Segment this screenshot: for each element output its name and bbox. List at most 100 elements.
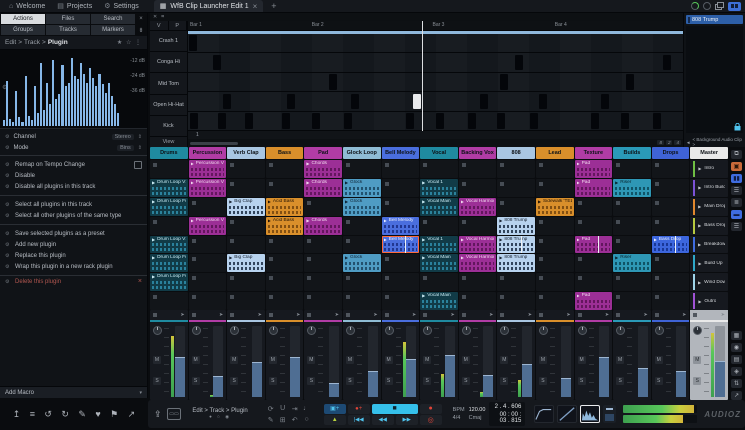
clip-slot[interactable] <box>150 216 188 235</box>
stop-slot-icon[interactable] <box>230 219 235 224</box>
track-header-texture[interactable]: Texture <box>574 147 613 159</box>
clip[interactable]: ▶ Chords <box>304 160 342 178</box>
clip-slot[interactable]: ▶ 808 Trump <box>497 235 535 254</box>
stop-icon[interactable] <box>345 313 350 317</box>
page-dots[interactable]: ● ○ ◉ <box>184 414 255 420</box>
play-icon[interactable]: ▶ <box>577 237 580 242</box>
action-save-selected-plugins-as-a-preset[interactable]: ⚙ Save selected plugins as a preset <box>0 228 147 239</box>
action-select-all-plugins-in-this-track[interactable]: ⚙ Select all plugins in this track <box>0 199 147 210</box>
stop-slot-icon[interactable] <box>345 163 350 167</box>
stop-slot-icon[interactable] <box>268 163 273 167</box>
stop-slot-icon[interactable] <box>268 181 273 186</box>
close-icon[interactable]: × <box>138 278 142 285</box>
add-macro-row[interactable]: Add Macro ▾ <box>0 386 147 398</box>
play-icon[interactable]: ▶ <box>698 223 701 228</box>
clip[interactable]: ▶ Pad <box>574 178 613 197</box>
view-row-label[interactable]: View <box>150 137 187 147</box>
clip[interactable]: ▶ Percussion V1 <box>188 216 227 235</box>
play-icon[interactable]: ▶ <box>615 255 618 260</box>
track-header-808[interactable]: 808 <box>497 147 535 159</box>
clip-properties-icon[interactable]: ▣ <box>731 162 742 171</box>
clip-slot[interactable]: ▶ Vocal Main <box>420 197 458 216</box>
clip-slot[interactable]: ▶Vocal Harmony <box>458 197 497 216</box>
note[interactable] <box>405 113 414 129</box>
clip[interactable]: ▶ Bass Drop <box>651 235 690 254</box>
pan-knob[interactable] <box>500 326 510 335</box>
action-delete-this-plugin[interactable]: ⚙ Delete this plugin × <box>0 276 147 287</box>
pan-knob[interactable] <box>461 326 471 335</box>
clip-slot[interactable] <box>188 292 227 310</box>
clip-slot[interactable]: ▶Drum Loop Full <box>150 273 188 292</box>
insert-clip-button[interactable]: ▣+ <box>323 403 346 414</box>
track-header-pad[interactable]: Pad <box>304 147 342 159</box>
play-icon[interactable]: ▶ <box>654 237 657 242</box>
clip-slot[interactable] <box>613 273 651 292</box>
stop-slot-icon[interactable] <box>654 163 659 167</box>
play-icon[interactable]: ▶ <box>306 218 309 223</box>
clip[interactable]: ▶ Big Clap <box>227 197 265 216</box>
clip-slot[interactable] <box>381 273 420 292</box>
track-header-drops[interactable]: Drops <box>651 147 690 159</box>
clip[interactable]: ▶ Pad <box>574 292 613 310</box>
clip-slot[interactable] <box>188 235 227 254</box>
clip-slot[interactable] <box>188 254 227 273</box>
mute-button[interactable]: M <box>423 356 432 364</box>
stop-slot-icon[interactable] <box>307 276 312 281</box>
stop-slot-icon[interactable] <box>538 238 543 243</box>
redo-icon[interactable]: ↻ <box>61 409 69 420</box>
play-icon[interactable]: ▶ <box>698 299 701 304</box>
clip-slot[interactable] <box>458 160 497 178</box>
play-icon[interactable]: ▶ <box>345 180 348 185</box>
note[interactable] <box>222 93 231 110</box>
clip-slot[interactable] <box>497 160 535 178</box>
lanes-toggle-icon[interactable]: ≣ <box>731 198 742 207</box>
stop-slot-icon[interactable] <box>654 200 659 205</box>
stop-icon[interactable] <box>461 313 466 317</box>
stop-slot-icon[interactable] <box>538 257 543 262</box>
clip[interactable]: ▶ Percussion V1 <box>188 160 227 178</box>
mute-button[interactable]: M <box>693 356 702 364</box>
play-icon[interactable]: ▶ <box>461 199 464 204</box>
clip[interactable]: ▶Drum Loop Full <box>150 254 188 273</box>
clip-slot[interactable] <box>497 273 535 292</box>
clip-slot[interactable]: ▶ Big Clap <box>227 197 265 216</box>
drum-row-open-hi-hat[interactable]: Open Hi-Hat <box>150 95 187 116</box>
drum-row-mid-tom[interactable]: Mid Tom <box>150 73 187 95</box>
mute-button[interactable]: M <box>616 356 625 364</box>
clip-slot[interactable]: ▶Drum Loop Full <box>150 197 188 216</box>
note[interactable] <box>591 113 600 129</box>
clip-slot[interactable] <box>188 273 227 292</box>
clip-slot[interactable] <box>651 216 690 235</box>
pattern-button[interactable]: 8 <box>657 140 664 145</box>
clip-slot[interactable]: ▶ Bass Drop <box>651 235 690 254</box>
mute-button[interactable]: M <box>268 356 277 364</box>
clip-slot[interactable] <box>342 160 381 178</box>
play-icon[interactable]: ▶ <box>191 161 194 166</box>
clip[interactable]: ▶ Vocal 1 <box>420 178 458 197</box>
drum-row-crash-1[interactable]: Crash 1 <box>150 31 187 53</box>
clip-slot[interactable] <box>651 160 690 178</box>
play-icon[interactable]: ▶ <box>152 199 155 204</box>
cursor-icon[interactable]: ➤ <box>258 312 262 318</box>
clip-slot[interactable] <box>535 235 574 254</box>
play-icon[interactable]: ▶ <box>461 255 464 260</box>
clip-slot[interactable] <box>535 292 574 310</box>
clip-slot[interactable]: ▶ Pad <box>574 235 613 254</box>
note[interactable] <box>351 93 360 110</box>
play-icon[interactable]: ▶ <box>615 180 618 185</box>
clip[interactable]: ▶ Chords <box>304 178 342 197</box>
stop-slot-icon[interactable] <box>461 181 466 186</box>
play-icon[interactable]: ▶ <box>698 261 701 266</box>
clip[interactable]: ▶Drum Loop Full <box>150 197 188 216</box>
track-header-lead[interactable]: Lead <box>535 147 574 159</box>
master-fader-widget[interactable] <box>603 405 617 423</box>
pan-knob[interactable] <box>423 326 433 335</box>
play-icon[interactable]: ▶ <box>422 293 425 298</box>
note[interactable] <box>514 54 523 71</box>
note[interactable] <box>282 113 291 129</box>
clip-slot[interactable]: ▶ Bass Drop <box>690 216 728 235</box>
note[interactable] <box>343 113 352 129</box>
clip-slot[interactable] <box>458 292 497 310</box>
level-curve-thumbnail[interactable] <box>534 405 555 423</box>
stop-slot-icon[interactable] <box>616 200 621 205</box>
